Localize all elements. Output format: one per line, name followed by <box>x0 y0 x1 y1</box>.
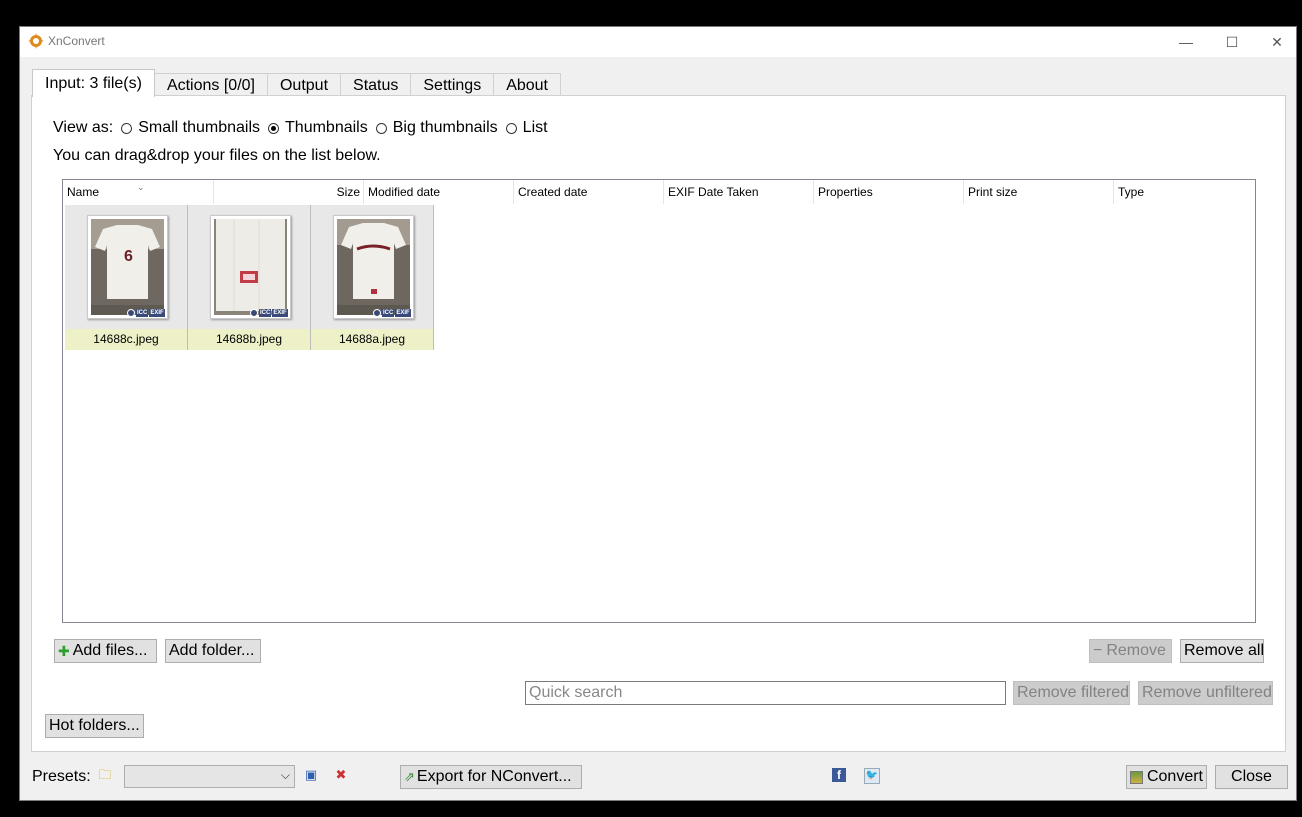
delete-icon[interactable]: ✖ <box>334 768 348 782</box>
quick-search-input[interactable]: Quick search <box>525 681 1006 705</box>
list-label[interactable]: List <box>523 119 548 137</box>
convert-button[interactable]: Convert <box>1126 765 1207 789</box>
remove-filtered-button[interactable]: Remove filtered <box>1013 681 1130 705</box>
rotate-icon <box>127 309 135 317</box>
remove-unfiltered-button[interactable]: Remove unfiltered <box>1138 681 1273 705</box>
input-panel: View as: Small thumbnails Thumbnails Big… <box>31 95 1286 752</box>
add-files-button[interactable]: ✚ Add files... <box>54 639 157 663</box>
radio-small-thumbnails[interactable] <box>121 122 133 134</box>
jersey-photo-image: 6 <box>91 219 164 315</box>
bottom-bar: Presets: 🗀 ⌵ ▣ ✖ ⇗ Export for NConvert..… <box>20 762 1296 802</box>
window-title: XnConvert <box>48 34 105 48</box>
close-window-button[interactable]: ✕ <box>1254 27 1300 57</box>
column-exif-date[interactable]: EXIF Date Taken <box>664 180 814 204</box>
tab-actions[interactable]: Actions [0/0] <box>153 73 268 97</box>
file-thumbnail[interactable]: ICC EXIF 14688b.jpeg <box>188 205 311 350</box>
view-as-label: View as: <box>53 119 114 136</box>
file-name: 14688a.jpeg <box>311 329 433 350</box>
facebook-icon[interactable]: f <box>832 768 846 782</box>
thumbnail-frame <box>210 215 291 319</box>
column-print-size[interactable]: Print size <box>964 180 1114 204</box>
drag-drop-hint: You can drag&drop your files on the list… <box>53 147 381 164</box>
export-nconvert-button[interactable]: ⇗ Export for NConvert... <box>400 765 582 789</box>
minus-icon: − <box>1093 642 1103 659</box>
tab-input[interactable]: Input: 3 file(s) <box>32 69 155 97</box>
convert-icon <box>1130 770 1143 784</box>
file-name: 14688c.jpeg <box>65 329 187 350</box>
presets-dropdown[interactable]: ⌵ <box>124 765 295 788</box>
small-thumbnails-label[interactable]: Small thumbnails <box>138 119 260 137</box>
radio-list[interactable] <box>505 122 517 134</box>
icc-badge: ICC <box>136 309 149 317</box>
presets-label: Presets: <box>32 768 91 785</box>
exif-badge: EXIF <box>395 309 411 317</box>
list-header: ⌄ Name Size Modified date Created date E… <box>63 180 1255 204</box>
thumbnails-label[interactable]: Thumbnails <box>285 119 368 137</box>
sort-chevron-icon: ⌄ <box>137 182 145 192</box>
file-badges: ICC EXIF <box>127 309 165 317</box>
remove-all-button[interactable]: Remove all <box>1180 639 1264 663</box>
tab-status[interactable]: Status <box>340 73 412 97</box>
rotate-icon <box>250 309 258 317</box>
remove-button[interactable]: − Remove <box>1089 639 1172 663</box>
main-tabs: Input: 3 file(s) Actions [0/0] Output St… <box>32 69 561 97</box>
tab-settings[interactable]: Settings <box>410 73 495 97</box>
column-modified-date[interactable]: Modified date <box>364 180 514 204</box>
rotate-icon <box>373 309 381 317</box>
tab-output[interactable]: Output <box>266 73 342 97</box>
file-list[interactable]: ⌄ Name Size Modified date Created date E… <box>62 179 1256 623</box>
hot-folders-button[interactable]: Hot folders... <box>45 714 144 738</box>
close-button[interactable]: Close <box>1215 765 1288 789</box>
svg-text:6: 6 <box>124 248 133 265</box>
column-size[interactable]: Size <box>214 180 364 204</box>
export-icon: ⇗ <box>404 769 415 784</box>
file-badges: ICC EXIF <box>250 309 288 317</box>
minimize-button[interactable]: — <box>1163 27 1209 57</box>
icc-badge: ICC <box>259 309 272 317</box>
radio-thumbnails[interactable] <box>268 122 280 134</box>
column-properties[interactable]: Properties <box>814 180 964 204</box>
column-name[interactable]: ⌄ Name <box>63 180 214 204</box>
file-name: 14688b.jpeg <box>188 329 310 350</box>
thumbnail-frame <box>333 215 414 319</box>
column-created-date[interactable]: Created date <box>514 180 664 204</box>
view-as-row: View as: Small thumbnails Thumbnails Big… <box>53 119 548 137</box>
app-window: XnConvert — ☐ ✕ Input: 3 file(s) Actions… <box>19 26 1297 801</box>
file-badges: ICC EXIF <box>373 309 411 317</box>
plus-icon: ✚ <box>58 642 70 659</box>
icc-badge: ICC <box>382 309 395 317</box>
add-folder-button[interactable]: Add folder... <box>165 639 261 663</box>
twitter-icon[interactable]: 🐦 <box>864 768 880 784</box>
exif-badge: EXIF <box>149 309 165 317</box>
thumbnail-frame: 6 <box>87 215 168 319</box>
save-icon[interactable]: ▣ <box>304 768 318 782</box>
big-thumbnails-label[interactable]: Big thumbnails <box>393 119 498 137</box>
file-thumbnail[interactable]: ICC EXIF 14688a.jpeg <box>311 205 434 350</box>
xnconvert-logo-icon <box>28 33 44 49</box>
maximize-button[interactable]: ☐ <box>1209 27 1255 57</box>
column-type[interactable]: Type <box>1114 180 1255 204</box>
title-bar: XnConvert — ☐ ✕ <box>20 27 1296 57</box>
chevron-down-icon: ⌵ <box>280 768 290 782</box>
radio-big-thumbnails[interactable] <box>375 122 387 134</box>
exif-badge: EXIF <box>272 309 288 317</box>
jersey-photo-image <box>214 219 287 315</box>
open-folder-icon[interactable]: 🗀 <box>98 768 112 782</box>
file-thumbnail[interactable]: 6 ICC EXIF 14688c.jpeg <box>65 205 188 350</box>
jersey-photo-image <box>337 219 410 315</box>
tab-about[interactable]: About <box>493 73 561 97</box>
